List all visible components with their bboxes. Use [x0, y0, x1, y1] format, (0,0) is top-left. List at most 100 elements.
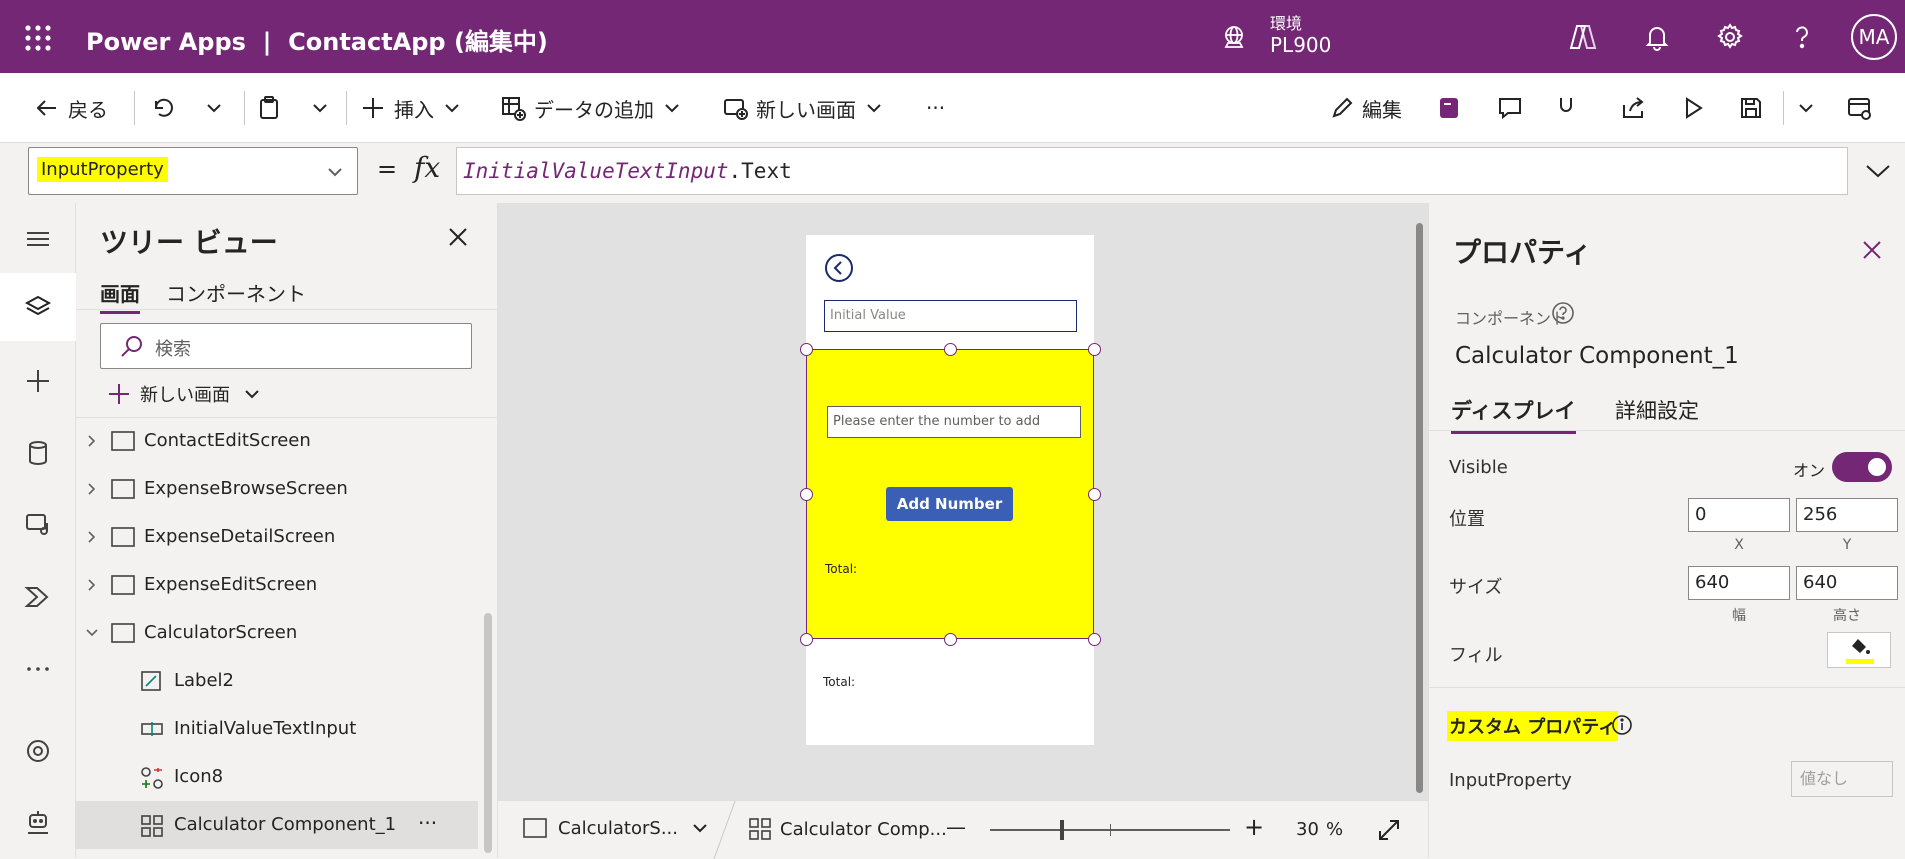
canvas-scrollbar[interactable] [1416, 223, 1423, 793]
zoom-slider-thumb[interactable] [1060, 820, 1064, 840]
notifications-icon[interactable] [1642, 22, 1672, 52]
calculator-component[interactable]: Please enter the number to add Add Numbe… [806, 349, 1094, 639]
comments-button[interactable] [1497, 89, 1531, 127]
height-input[interactable]: 640 [1796, 566, 1898, 600]
copilot-icon[interactable] [1568, 22, 1598, 52]
zoom-value: 30 [1296, 819, 1319, 840]
app-checker-button[interactable] [1556, 89, 1590, 127]
undo-icon [154, 98, 173, 117]
visible-toggle[interactable] [1832, 452, 1892, 482]
component-breadcrumb-label: Calculator Comp... [780, 818, 947, 840]
tree-new-screen-button[interactable]: 新しい画面 [106, 379, 262, 409]
app-launcher-icon[interactable] [24, 24, 52, 52]
zoom-out-button[interactable]: — [946, 815, 966, 839]
tree-node-label: Calculator Component_1 [174, 814, 397, 835]
tree-node-icon8[interactable]: Icon8 [76, 753, 497, 801]
insert-button[interactable]: 挿入 [360, 89, 470, 127]
property-dropdown[interactable]: InputProperty [28, 147, 358, 195]
tree-view-toggle-button[interactable] [1436, 89, 1470, 127]
tree-scrollbar[interactable] [484, 613, 492, 853]
resize-handle[interactable] [1088, 488, 1101, 501]
close-properties-button[interactable] [1861, 239, 1883, 261]
size-label: サイズ [1449, 577, 1503, 598]
resize-handle[interactable] [800, 343, 813, 356]
tree-search-input[interactable]: 検索 [100, 323, 472, 369]
more-commands-button[interactable]: ··· [926, 89, 945, 127]
data-rail-button[interactable] [0, 419, 76, 487]
back-button[interactable]: 戻る [34, 89, 108, 127]
plus-icon [363, 98, 383, 118]
component-breadcrumb[interactable]: Calculator Comp... [748, 817, 947, 841]
virtual-agent-rail-button[interactable] [0, 789, 76, 857]
play-icon [1686, 97, 1703, 119]
zoom-in-button[interactable]: + [1244, 813, 1264, 841]
total-label-outer: Total: [823, 675, 856, 689]
resize-handle[interactable] [800, 488, 813, 501]
y-input[interactable]: 256 [1796, 498, 1898, 532]
fit-to-window-button[interactable] [1376, 817, 1402, 843]
zoom-slider[interactable] [990, 820, 1230, 840]
x-input[interactable]: 0 [1688, 498, 1790, 532]
tree-node-contact-edit-screen[interactable]: ContactEditScreen [76, 417, 497, 465]
back-arrow-icon[interactable] [824, 253, 854, 283]
preview-button[interactable] [1680, 89, 1714, 127]
publish-button[interactable] [1846, 89, 1880, 127]
save-dropdown-button[interactable] [1796, 89, 1824, 127]
resize-handle[interactable] [1088, 343, 1101, 356]
width-input[interactable]: 640 [1688, 566, 1790, 600]
input-property-field[interactable]: 値なし [1791, 761, 1893, 797]
environment-icon[interactable] [1220, 24, 1248, 52]
expand-formula-button[interactable] [1864, 159, 1892, 183]
screen-breadcrumb-label: CalculatorS... [558, 817, 678, 839]
undo-dropdown-button[interactable] [204, 89, 232, 127]
insert-rail-button[interactable] [0, 347, 76, 415]
save-button[interactable] [1738, 89, 1772, 127]
tree-node-expense-browse-screen[interactable]: ExpenseBrowseScreen [76, 465, 497, 513]
close-tree-button[interactable] [446, 225, 470, 249]
more-rail-button[interactable] [0, 635, 76, 703]
settings-icon[interactable] [1715, 22, 1745, 52]
new-screen-button[interactable]: 新しい画面 [722, 89, 892, 127]
user-avatar[interactable]: MA [1851, 14, 1897, 60]
tree-node-more-button[interactable]: ··· [418, 811, 437, 835]
number-input[interactable]: Please enter the number to add [827, 406, 1081, 438]
tree-node-expense-edit-screen[interactable]: ExpenseEditScreen [76, 561, 497, 609]
screen-breadcrumb[interactable]: CalculatorS... [522, 817, 710, 839]
tab-display[interactable]: ディスプレイ [1451, 395, 1576, 434]
power-automate-rail-button[interactable] [0, 563, 76, 631]
paste-dropdown-button[interactable] [310, 89, 338, 127]
add-number-button[interactable]: Add Number [886, 487, 1013, 521]
edit-button[interactable]: 編集 [1330, 89, 1402, 127]
environment-name[interactable]: PL900 [1270, 33, 1331, 57]
media-rail-button[interactable] [0, 491, 76, 559]
paste-button[interactable] [256, 89, 290, 127]
tree-node-initial-value-text-input[interactable]: InitialValueTextInput [76, 705, 497, 753]
fill-color-picker[interactable] [1827, 632, 1891, 668]
resize-handle[interactable] [1088, 633, 1101, 646]
visible-label: Visible [1449, 457, 1508, 478]
resize-handle[interactable] [800, 633, 813, 646]
tree-node-calculator-component[interactable]: Calculator Component_1 ··· [76, 801, 478, 849]
help-icon[interactable] [1787, 22, 1817, 52]
formula-input[interactable]: InitialValueTextInput.Text [456, 147, 1848, 195]
tree-node-expense-detail-screen[interactable]: ExpenseDetailScreen [76, 513, 497, 561]
help-icon[interactable] [1551, 301, 1575, 325]
component-name: Calculator Component_1 [1455, 343, 1739, 369]
undo-button[interactable] [150, 89, 184, 127]
resize-handle[interactable] [944, 633, 957, 646]
resize-handle[interactable] [944, 343, 957, 356]
info-icon[interactable] [1611, 714, 1633, 736]
tree-view-button[interactable] [0, 273, 76, 341]
add-data-button[interactable]: データの追加 [500, 89, 690, 127]
share-button[interactable] [1620, 89, 1654, 127]
menu-button[interactable] [0, 205, 76, 273]
tab-components[interactable]: コンポーネント [166, 278, 306, 311]
component-icon [749, 818, 771, 840]
tree-node-calculator-screen[interactable]: CalculatorScreen [76, 609, 497, 657]
chevron-down-icon [1866, 165, 1890, 178]
settings-rail-button[interactable] [0, 717, 76, 785]
new-screen-icon [724, 99, 748, 120]
tree-node-label2[interactable]: Label2 [76, 657, 497, 705]
initial-value-input[interactable]: Initial Value [824, 300, 1077, 332]
tab-advanced[interactable]: 詳細設定 [1615, 395, 1699, 425]
